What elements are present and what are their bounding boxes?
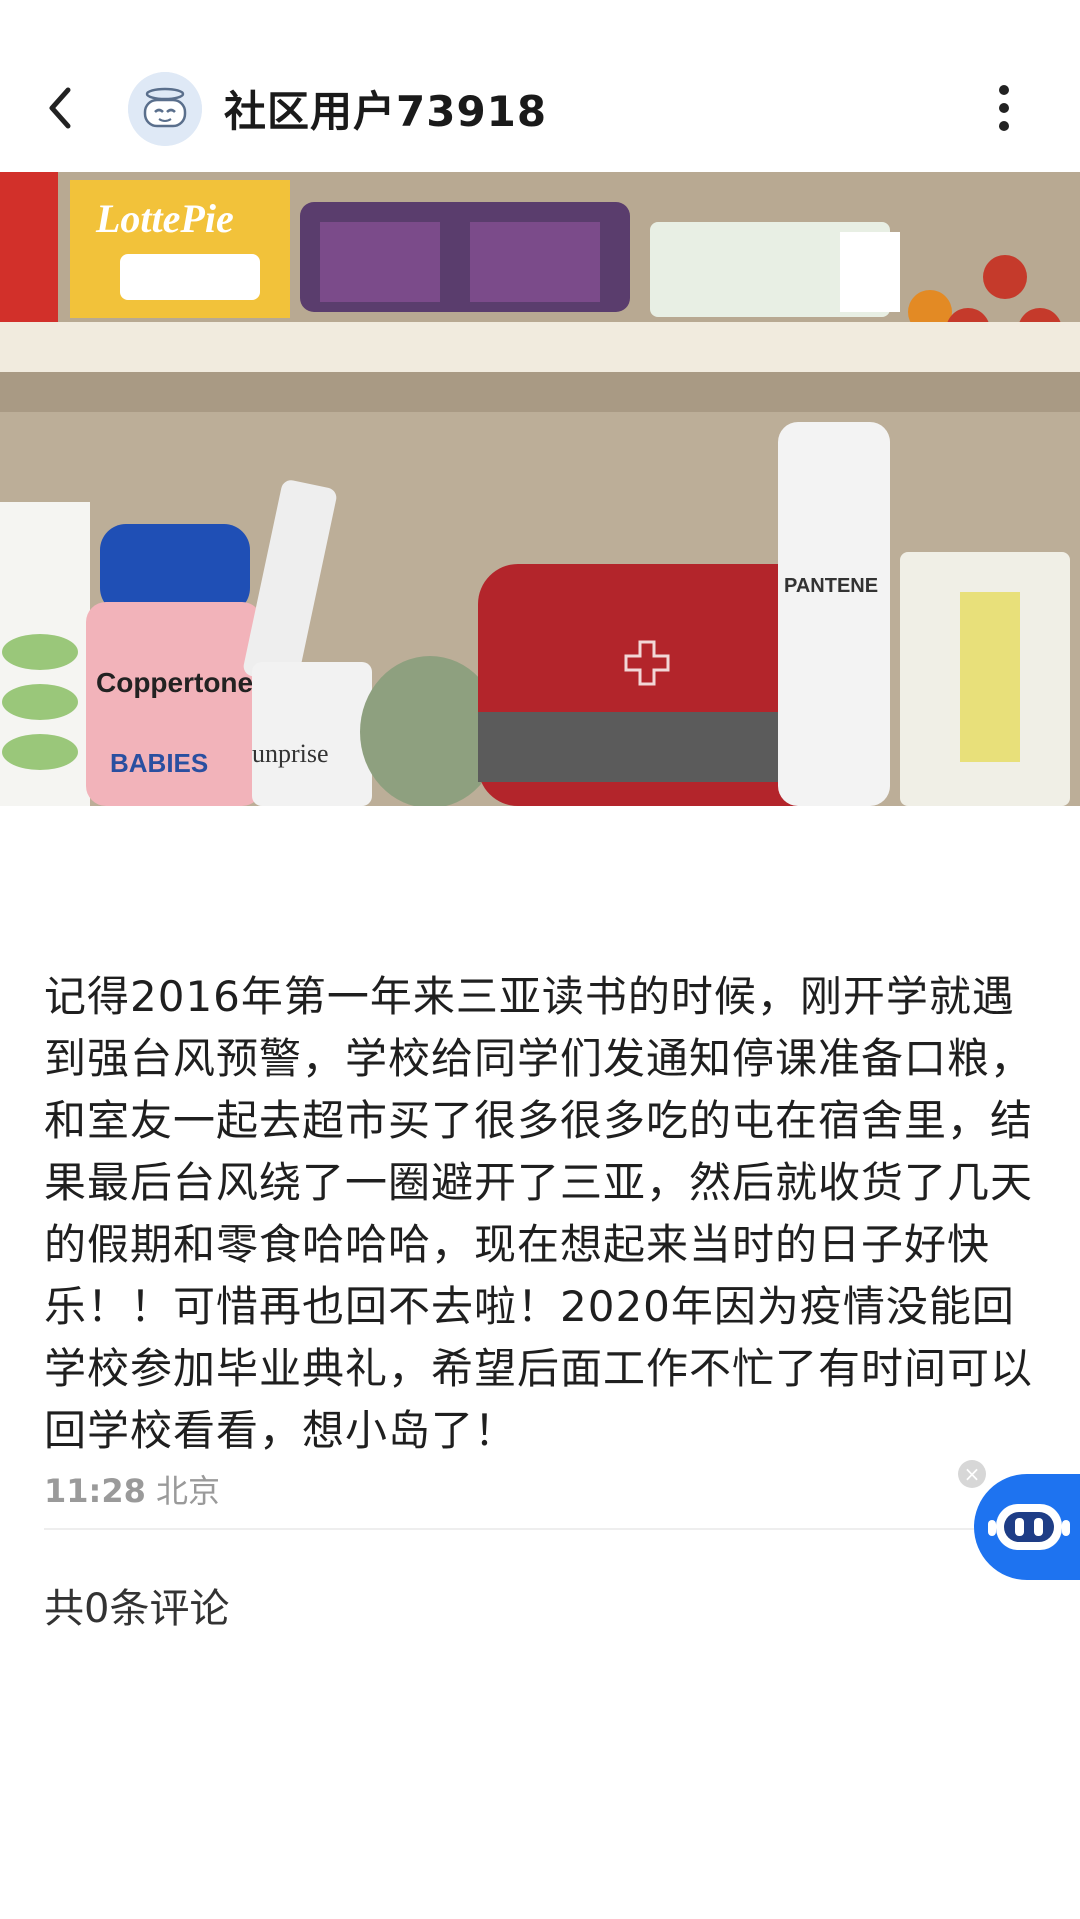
- shelf-photo: LottePie Coppertone BABIES unprise PANTE…: [0, 172, 1080, 806]
- post-content: 记得2016年第一年来三亚读书的时候，刚开学就遇到强台风预警，学校给同学们发通知…: [44, 972, 1034, 1455]
- close-icon[interactable]: ×: [958, 1460, 986, 1488]
- assistant-robot-icon: [988, 1504, 1070, 1550]
- top-bar: 社区用户73918: [0, 0, 1080, 172]
- avatar[interactable]: [128, 72, 202, 146]
- comment-count: 共0条评论: [44, 1586, 230, 1632]
- assistant-button[interactable]: [974, 1474, 1080, 1580]
- more-button[interactable]: [986, 82, 1022, 134]
- divider: [44, 1528, 994, 1530]
- lotte-label: LottePie: [95, 196, 234, 241]
- coppertone-label: Coppertone: [96, 667, 253, 698]
- robot-avatar-icon: [128, 72, 202, 146]
- more-vertical-icon: [999, 85, 1009, 131]
- sunprise-label: unprise: [252, 739, 329, 768]
- pantene-label: PANTENE: [784, 575, 878, 597]
- post-photo[interactable]: LottePie Coppertone BABIES unprise PANTE…: [0, 172, 1080, 806]
- back-button[interactable]: [40, 78, 90, 138]
- username[interactable]: 社区用户73918: [224, 78, 547, 139]
- chevron-left-icon: [49, 87, 71, 129]
- coppertone-sub-label: BABIES: [110, 748, 208, 778]
- post-meta: 11:28 北京: [44, 1466, 220, 1512]
- post-location: 北京: [156, 1472, 221, 1510]
- post-time: 11:28: [44, 1472, 146, 1510]
